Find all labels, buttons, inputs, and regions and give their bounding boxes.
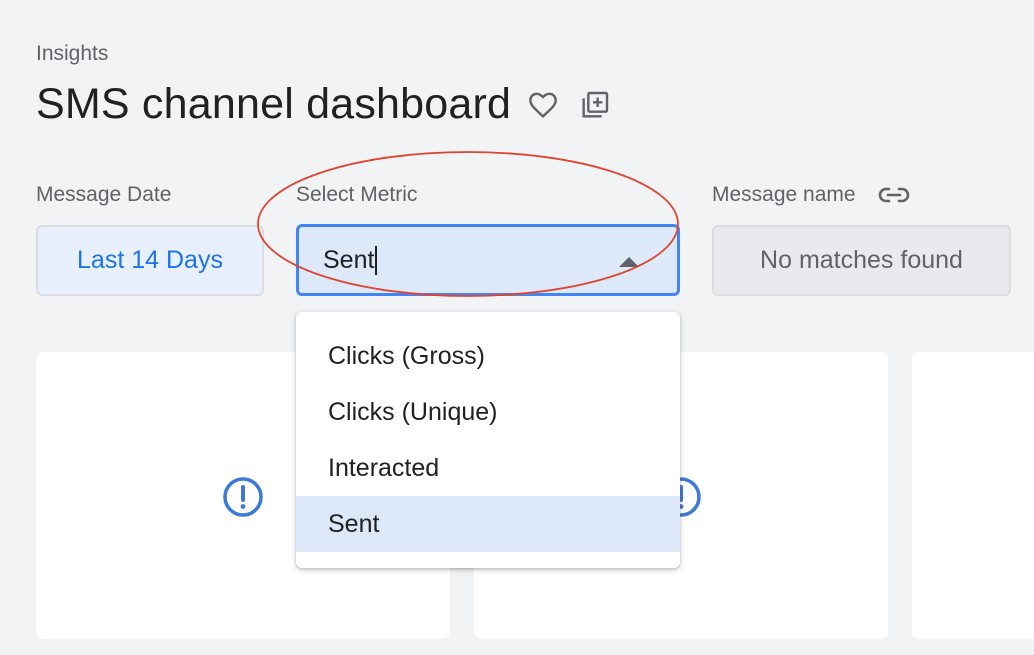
metric-card xyxy=(912,352,1034,639)
message-name-label-row: Message name xyxy=(712,183,910,207)
metric-select-value: Sent xyxy=(323,245,375,274)
breadcrumb[interactable]: Insights xyxy=(36,42,108,66)
dropdown-option-sent[interactable]: Sent xyxy=(296,496,680,552)
library-add-icon[interactable] xyxy=(577,87,613,123)
link-icon[interactable] xyxy=(878,186,910,204)
dashboard-page: Insights SMS channel dashboard Message D… xyxy=(0,0,1034,655)
dropdown-arrow-up-icon[interactable] xyxy=(619,257,639,267)
dropdown-option-clicks-gross[interactable]: Clicks (Gross) xyxy=(296,328,680,384)
message-name-field: No matches found xyxy=(712,225,1011,296)
dropdown-option-interacted[interactable]: Interacted xyxy=(296,440,680,496)
title-row: SMS channel dashboard xyxy=(36,80,613,129)
metric-select[interactable]: Sent xyxy=(296,224,680,296)
dropdown-option-clicks-unique[interactable]: Clicks (Unique) xyxy=(296,384,680,440)
metric-dropdown-menu: Clicks (Gross) Clicks (Unique) Interacte… xyxy=(296,312,680,568)
select-metric-label: Select Metric xyxy=(296,183,418,206)
message-date-button[interactable]: Last 14 Days xyxy=(36,225,264,296)
page-title: SMS channel dashboard xyxy=(36,80,512,128)
message-name-label: Message name xyxy=(712,183,856,206)
message-date-label: Message Date xyxy=(36,183,172,206)
exclamation-circle-icon xyxy=(223,477,263,517)
text-cursor xyxy=(375,245,378,275)
heart-outline-icon[interactable] xyxy=(525,87,561,123)
